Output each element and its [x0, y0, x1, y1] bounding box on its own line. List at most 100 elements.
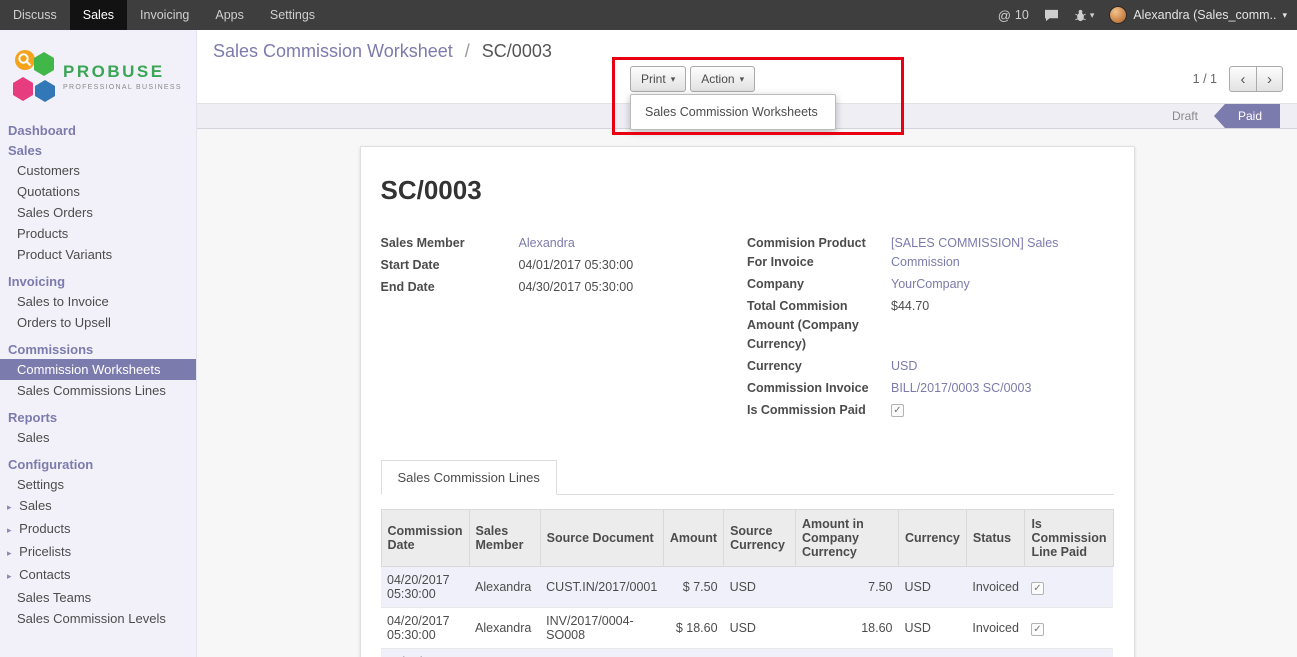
- cell-source-document: CUST.IN/2017/0001: [540, 567, 663, 608]
- sidebar-item-customers[interactable]: Customers: [0, 160, 196, 181]
- breadcrumb-current: SC/0003: [482, 41, 552, 61]
- logo-tagline: PROFESSIONAL BUSINESS: [63, 84, 182, 91]
- col-source-document[interactable]: Source Document: [540, 510, 663, 567]
- field-groups: Sales Member Alexandra Start Date 04/01/…: [381, 234, 1114, 423]
- cell-line-paid: ✓: [1025, 608, 1113, 649]
- breadcrumb-separator: /: [465, 41, 470, 61]
- sidebar-item-products[interactable]: Products: [0, 223, 196, 244]
- cell-currency: USD: [899, 608, 967, 649]
- sidebar-item-sales-teams[interactable]: Sales Teams: [0, 587, 196, 608]
- messages-icon[interactable]: [1044, 9, 1059, 22]
- is-commission-paid-checkbox[interactable]: ✓: [891, 404, 904, 417]
- sidebar-item-quotations[interactable]: Quotations: [0, 181, 196, 202]
- avatar: [1109, 6, 1127, 24]
- sidebar-section-sales[interactable]: Sales: [0, 140, 196, 160]
- sidebar-section-configuration[interactable]: Configuration: [0, 454, 196, 474]
- sidebar-item-config-contacts[interactable]: ▸ Contacts: [0, 564, 196, 587]
- sidebar-item-orders-to-upsell[interactable]: Orders to Upsell: [0, 312, 196, 333]
- table-row[interactable]: 04/20/2017 05:30:00 Alexandra CUST.IN/20…: [381, 567, 1113, 608]
- sidebar-item-commission-worksheets[interactable]: Commission Worksheets: [0, 359, 196, 380]
- sidebar-section-reports[interactable]: Reports: [0, 407, 196, 427]
- sidebar-item-dashboard[interactable]: Dashboard: [0, 120, 196, 140]
- logo-text: PROBUSE: [63, 62, 182, 82]
- company-link[interactable]: YourCompany: [891, 275, 1114, 294]
- status-paid[interactable]: Paid: [1214, 104, 1280, 128]
- sidebar-item-config-products[interactable]: ▸ Products: [0, 518, 196, 541]
- pager-previous-button[interactable]: ‹: [1229, 66, 1256, 92]
- expand-arrow-icon: ▸: [7, 571, 12, 581]
- cell-commission-date: 04/20/2017 05:30:00: [381, 567, 469, 608]
- status-draft[interactable]: Draft: [1156, 104, 1214, 128]
- logo-text-block: PROBUSE PROFESSIONAL BUSINESS: [63, 62, 182, 91]
- sidebar-item-config-pricelists[interactable]: ▸ Pricelists: [0, 541, 196, 564]
- topnav-invoicing[interactable]: Invoicing: [127, 0, 202, 30]
- col-line-paid[interactable]: Is Commission Line Paid: [1025, 510, 1113, 567]
- caret-down-icon: ▾: [1282, 11, 1287, 20]
- cell-amount: $ 7.50: [663, 567, 723, 608]
- action-button[interactable]: Action ▾: [690, 66, 755, 92]
- field-currency: Currency USD: [747, 357, 1114, 376]
- mention-count: 10: [1015, 8, 1029, 22]
- col-amount-company-currency[interactable]: Amount in Company Currency: [796, 510, 899, 567]
- line-paid-checkbox[interactable]: ✓: [1031, 623, 1044, 636]
- col-sales-member[interactable]: Sales Member: [469, 510, 540, 567]
- sidebar-item-sales-commissions-lines[interactable]: Sales Commissions Lines: [0, 380, 196, 401]
- app-logo[interactable]: PROBUSE PROFESSIONAL BUSINESS: [0, 30, 196, 120]
- cell-sales-member: Alexandra: [469, 567, 540, 608]
- cell-amount-company-currency: 18.60: [796, 608, 899, 649]
- line-paid-checkbox[interactable]: ✓: [1031, 582, 1044, 595]
- col-commission-date[interactable]: Commission Date: [381, 510, 469, 567]
- bug-icon: [1074, 9, 1087, 22]
- table-row[interactable]: 04/20/2017 05:30:00 Alexandra INV/2017/0…: [381, 608, 1113, 649]
- sidebar-item-reports-sales[interactable]: Sales: [0, 427, 196, 448]
- col-status[interactable]: Status: [966, 510, 1025, 567]
- pager-next-button[interactable]: ›: [1256, 66, 1283, 92]
- control-panel: Sales Commission Worksheet / SC/0003 Pri…: [197, 30, 1297, 103]
- field-group-left: Sales Member Alexandra Start Date 04/01/…: [381, 234, 748, 423]
- print-button[interactable]: Print ▾: [630, 66, 686, 92]
- notebook-tabs: Sales Commission Lines: [381, 459, 1114, 495]
- cell-line-paid: ✓: [1025, 567, 1113, 608]
- print-button-label: Print: [641, 72, 666, 86]
- breadcrumb-parent[interactable]: Sales Commission Worksheet: [213, 41, 453, 61]
- topnav-sales[interactable]: Sales: [70, 0, 127, 30]
- table-row[interactable]: 04/20/2017 10:35:53 Alexandra SO008 $ 18…: [381, 649, 1113, 657]
- topnav-settings[interactable]: Settings: [257, 0, 328, 30]
- cell-sales-member: Alexandra: [469, 649, 540, 657]
- sidebar-item-sales-orders[interactable]: Sales Orders: [0, 202, 196, 223]
- notebook: Sales Commission Lines Commission Date S…: [381, 459, 1114, 657]
- sidebar-item-sales-to-invoice[interactable]: Sales to Invoice: [0, 291, 196, 312]
- topbar-right: @ 10 ▾ Alexandra (Sales_comm.. ▾: [998, 0, 1297, 30]
- record-title: SC/0003: [381, 175, 1114, 206]
- commission-product-link[interactable]: [SALES COMMISSION] Sales Commission: [891, 234, 1114, 272]
- mentions-counter[interactable]: @ 10: [998, 8, 1029, 23]
- sales-member-link[interactable]: Alexandra: [519, 234, 748, 253]
- user-menu[interactable]: Alexandra (Sales_comm.. ▾: [1109, 6, 1287, 24]
- col-amount[interactable]: Amount: [663, 510, 723, 567]
- topnav-apps[interactable]: Apps: [202, 0, 257, 30]
- logo-icon: [12, 49, 56, 103]
- col-currency[interactable]: Currency: [899, 510, 967, 567]
- field-label: Company: [747, 275, 891, 294]
- sidebar-section-commissions[interactable]: Commissions: [0, 339, 196, 359]
- top-menu: Discuss Sales Invoicing Apps Settings: [0, 0, 328, 30]
- commission-invoice-link[interactable]: BILL/2017/0003 SC/0003: [891, 379, 1114, 398]
- end-date-value: 04/30/2017 05:30:00: [519, 278, 748, 297]
- sidebar-item-settings[interactable]: Settings: [0, 474, 196, 495]
- col-source-currency[interactable]: Source Currency: [724, 510, 796, 567]
- cell-currency: USD: [899, 567, 967, 608]
- menu-item-sales-commission-worksheets[interactable]: Sales Commission Worksheets: [631, 99, 835, 125]
- sidebar-item-config-sales[interactable]: ▸ Sales: [0, 495, 196, 518]
- tab-sales-commission-lines[interactable]: Sales Commission Lines: [381, 460, 557, 495]
- topbar: Discuss Sales Invoicing Apps Settings @ …: [0, 0, 1297, 30]
- sidebar-item-sales-commission-levels[interactable]: Sales Commission Levels: [0, 608, 196, 629]
- content-area: SC/0003 Sales Member Alexandra Start Dat…: [197, 129, 1297, 657]
- cell-amount: $ 18.60: [663, 649, 723, 657]
- sidebar-section-invoicing[interactable]: Invoicing: [0, 271, 196, 291]
- check-icon: ✓: [1033, 625, 1041, 635]
- sidebar-item-product-variants[interactable]: Product Variants: [0, 244, 196, 265]
- topnav-discuss[interactable]: Discuss: [0, 0, 70, 30]
- currency-link[interactable]: USD: [891, 357, 1114, 376]
- debug-menu[interactable]: ▾: [1074, 9, 1095, 22]
- commission-lines-table: Commission Date Sales Member Source Docu…: [381, 509, 1114, 657]
